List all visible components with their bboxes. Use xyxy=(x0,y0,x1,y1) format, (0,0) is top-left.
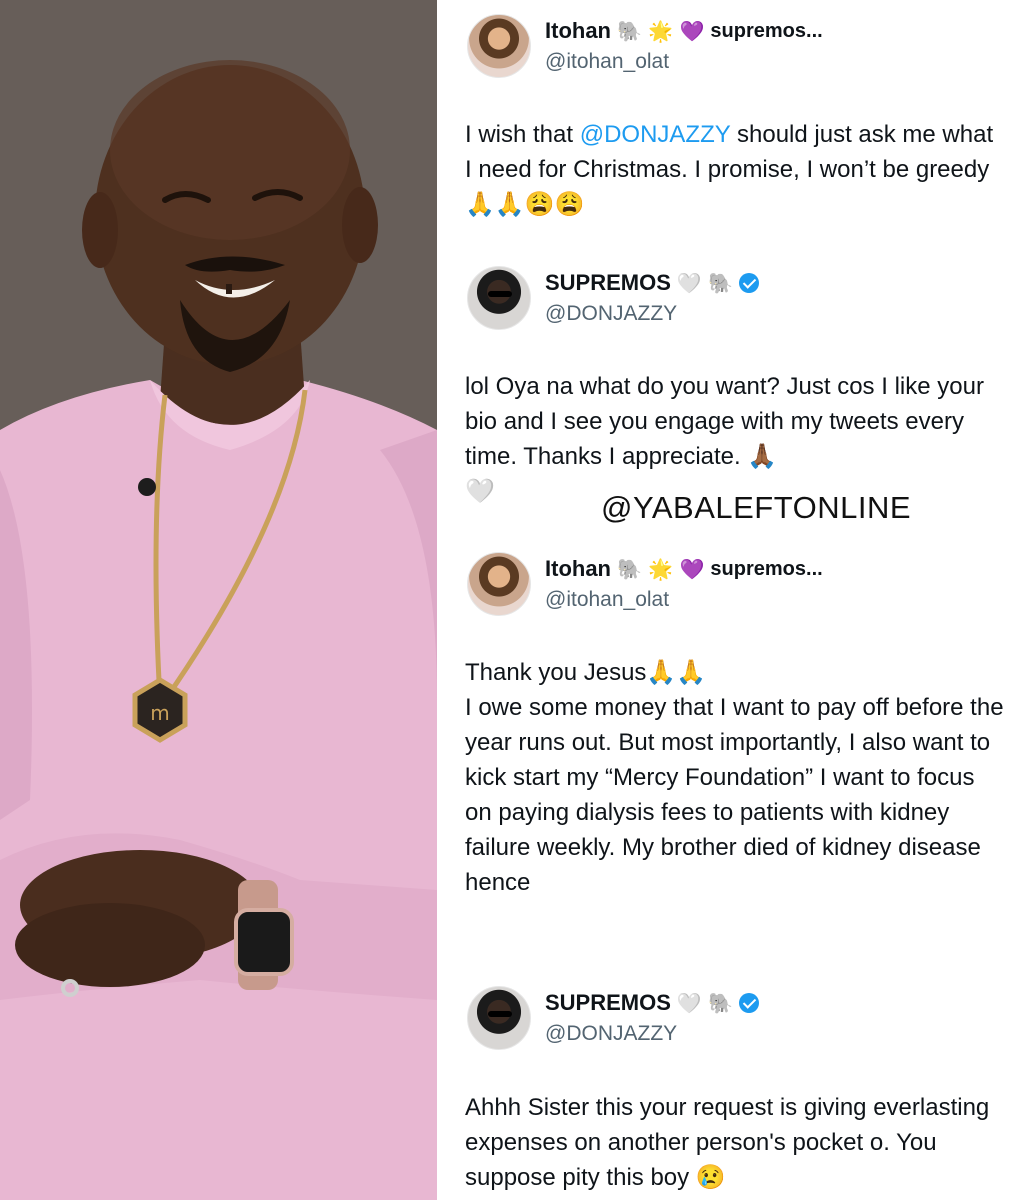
tweet-thread: Itohan 🐘 🌟 💜 supremos... @itohan_olat I … xyxy=(437,0,1015,1200)
mention-link[interactable]: @DONJAZZY xyxy=(580,121,731,148)
tweet-text-start: I wish that xyxy=(465,121,580,148)
avatar[interactable] xyxy=(467,986,531,1050)
user-handle[interactable]: @itohan_olat xyxy=(545,588,669,612)
tweet-header: Itohan 🐘 🌟 💜 supremos... @itohan_olat xyxy=(467,552,1007,624)
display-name[interactable]: SUPREMOS xyxy=(545,990,671,1016)
svg-text:m: m xyxy=(150,701,169,725)
sunglasses-icon xyxy=(488,291,512,297)
avatar[interactable] xyxy=(467,14,531,78)
profile-photo: m xyxy=(0,0,437,1200)
sunglasses-icon xyxy=(488,1011,512,1017)
tweet-header: SUPREMOS 🤍 🐘 @DONJAZZY xyxy=(467,986,1007,1058)
name-suffix: supremos... xyxy=(710,19,823,42)
tweet-header: SUPREMOS 🤍 🐘 @DONJAZZY xyxy=(467,266,1007,338)
display-name[interactable]: SUPREMOS xyxy=(545,270,671,296)
display-name-row: SUPREMOS 🤍 🐘 xyxy=(545,270,760,296)
display-name-row: Itohan 🐘 🌟 💜 supremos... xyxy=(545,18,823,44)
name-emojis: 🤍 🐘 xyxy=(676,991,734,1015)
watermark: @YABALEFTONLINE xyxy=(601,490,912,525)
verified-badge-icon xyxy=(739,273,760,293)
tweet-text: lol Oya na what do you want? Just cos I … xyxy=(465,373,984,505)
tweet-text: Ahhh Sister this your request is giving … xyxy=(465,1094,996,1191)
avatar[interactable] xyxy=(467,552,531,616)
avatar[interactable] xyxy=(467,266,531,330)
verified-badge-icon xyxy=(739,993,760,1013)
name-emojis: 🤍 🐘 xyxy=(676,271,734,295)
name-emojis: 🐘 🌟 💜 xyxy=(617,557,705,581)
tweet-text: I wish that @DONJAZZY should just ask me… xyxy=(465,117,1005,222)
user-handle[interactable]: @DONJAZZY xyxy=(545,302,677,326)
display-name[interactable]: Itohan xyxy=(545,18,611,44)
user-handle[interactable]: @DONJAZZY xyxy=(545,1022,677,1046)
man-portrait: m xyxy=(0,0,437,1200)
user-handle[interactable]: @itohan_olat xyxy=(545,50,669,74)
name-suffix: supremos... xyxy=(710,557,823,580)
tweet-header: Itohan 🐘 🌟 💜 supremos... @itohan_olat xyxy=(467,14,1007,86)
name-emojis: 🐘 🌟 💜 xyxy=(617,19,705,43)
display-name-row: SUPREMOS 🤍 🐘 xyxy=(545,990,760,1016)
tweet-text: Thank you Jesus🙏🙏 I owe some money that … xyxy=(465,659,1004,896)
display-name-row: Itohan 🐘 🌟 💜 supremos... xyxy=(545,556,823,582)
display-name[interactable]: Itohan xyxy=(545,556,611,582)
